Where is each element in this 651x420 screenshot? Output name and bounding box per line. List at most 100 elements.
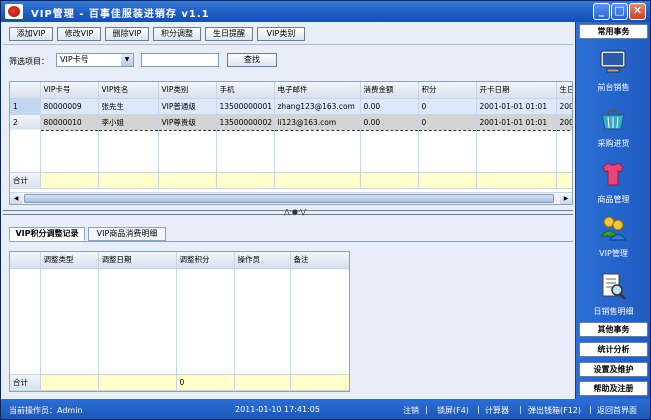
settings-maintenance-button[interactable]: 设置及维护 (579, 362, 648, 377)
points-adjust-table[interactable]: 调整类型 调整日期 调整积分 操作员 备注 合计 0 (9, 251, 350, 392)
table-cell[interactable]: 张先生 (98, 98, 159, 115)
sidebar-item-daily-sales[interactable]: 日销售明细 (578, 272, 649, 320)
birthday-reminder-button[interactable]: 生日提醒 (205, 27, 253, 41)
delete-vip-button[interactable]: 删除VIP (105, 27, 149, 41)
minimize-button[interactable]: _ (593, 3, 610, 20)
column-header[interactable]: 调整日期 (98, 252, 177, 269)
column-header[interactable]: 生日 (556, 82, 572, 99)
search-button[interactable]: 查找 (227, 53, 277, 67)
table-cell[interactable]: 0 (418, 113, 477, 131)
column-header[interactable]: 调整类型 (40, 252, 99, 269)
monitor-icon (600, 50, 626, 73)
add-vip-button[interactable]: 添加VIP (9, 27, 53, 41)
current-operator: 当前操作员：Admin (9, 406, 83, 415)
column-header[interactable]: 手机 (216, 82, 275, 99)
sidebar-item-label: 采购进货 (597, 139, 630, 148)
header-corner (10, 82, 41, 99)
table-cell[interactable]: 13500000001 (216, 98, 275, 115)
table-row[interactable]: 1 80000009 张先生 VIP普通级 13500000001 zhang1… (10, 98, 572, 115)
sum-label: 合计 (10, 374, 41, 391)
table-cell[interactable]: 2001-01-01 01:01 (476, 98, 557, 115)
sidebar-item-vip[interactable]: VIP管理 (578, 214, 649, 262)
common-tasks-button[interactable]: 常用事务 (579, 24, 648, 39)
status-separator: | (477, 405, 480, 414)
status-separator: | (519, 405, 522, 414)
sum-row: 合计 0 (10, 374, 349, 391)
table-cell[interactable]: 200 (556, 113, 572, 131)
table-cell[interactable]: 13500000002 (216, 113, 275, 131)
sidebar-item-label: 前台销售 (597, 83, 630, 92)
open-cash-drawer-link[interactable]: 弹出钱箱(F12) (528, 405, 581, 416)
status-separator: | (425, 405, 428, 414)
table-cell[interactable]: zhang123@163.com (274, 98, 361, 115)
shirt-icon (602, 162, 624, 186)
table-cell[interactable]: 0.00 (360, 113, 419, 131)
home-screen-link[interactable]: 返回首界面 (597, 405, 637, 416)
table-cell[interactable]: VIP尊贵级 (158, 113, 217, 131)
vip-category-button[interactable]: VIP类别 (257, 27, 305, 41)
empty-row (10, 130, 572, 173)
column-header[interactable]: 积分 (418, 82, 477, 99)
toolbar: 添加VIP 修改VIP 删除VIP 积分调整 生日提醒 VIP类别 (3, 25, 573, 43)
row-number: 2 (10, 114, 41, 130)
sum-label: 合计 (10, 172, 41, 189)
window-title: VIP管理 - 百事佳服装进销存 v1.1 (31, 9, 210, 20)
maximize-button[interactable]: □ (611, 3, 628, 20)
edit-vip-button[interactable]: 修改VIP (57, 27, 101, 41)
table-cell[interactable]: VIP普通级 (158, 98, 217, 115)
sidebar: 常用事务 前台销售 采购进货 商品管理 VIP管理 日销售明细 其他事务 统计分… (575, 22, 650, 399)
other-tasks-button[interactable]: 其他事务 (579, 322, 648, 337)
header-corner (10, 252, 41, 269)
table-cell[interactable]: li123@163.com (274, 113, 361, 131)
chevron-down-icon[interactable]: ▼ (121, 54, 133, 66)
sidebar-item-purchasing[interactable]: 采购进货 (578, 104, 649, 152)
statistics-button[interactable]: 统计分析 (579, 342, 648, 357)
scroll-thumb[interactable] (24, 194, 554, 203)
table-cell[interactable]: 李小姐 (98, 113, 159, 131)
sidebar-item-label: 日销售明细 (593, 307, 634, 316)
sum-row: 合计 (10, 172, 572, 189)
logout-link[interactable]: 注销 (403, 405, 419, 416)
lock-screen-link[interactable]: 锁屏(F4) (437, 405, 469, 416)
app-logo-icon (5, 4, 23, 19)
search-input[interactable] (141, 53, 219, 67)
table-cell[interactable]: 80000009 (40, 98, 99, 115)
table-cell[interactable]: 0 (418, 98, 477, 115)
table-cell[interactable]: 200 (556, 98, 572, 115)
tab-divider (9, 241, 573, 242)
sidebar-item-label: VIP管理 (599, 249, 628, 258)
splitter-grip-icon[interactable]: ⋀·●·⋁ (273, 206, 317, 218)
column-header[interactable]: 操作员 (234, 252, 291, 269)
table-cell[interactable]: 0.00 (360, 98, 419, 115)
filter-field-select[interactable]: VIP卡号 ▼ (56, 53, 134, 67)
column-header[interactable]: 电子邮件 (274, 82, 361, 99)
column-header[interactable]: 调整积分 (176, 252, 235, 269)
row-number: 1 (10, 98, 41, 115)
main-window: VIP管理 - 百事佳服装进销存 v1.1 _ □ ✕ 添加VIP 修改VIP … (0, 0, 651, 420)
column-header[interactable]: 备注 (290, 252, 349, 269)
status-separator: | (589, 405, 592, 414)
report-search-icon (602, 273, 626, 300)
basket-icon (601, 109, 625, 130)
column-header[interactable]: VIP类别 (158, 82, 217, 99)
vip-table[interactable]: VIP卡号 VIP姓名 VIP类别 手机 电子邮件 消费金额 积分 开卡日期 生… (9, 81, 573, 205)
column-header[interactable]: VIP卡号 (40, 82, 99, 99)
column-header[interactable]: VIP姓名 (98, 82, 159, 99)
sidebar-item-products[interactable]: 商品管理 (578, 160, 649, 208)
scroll-right-icon[interactable]: ▶ (560, 193, 572, 204)
scroll-left-icon[interactable]: ◀ (10, 193, 22, 204)
table-cell[interactable]: 2001-01-01 01:01 (476, 113, 557, 131)
tab-vip-purchase-detail[interactable]: VIP商品消费明细 (88, 227, 166, 241)
points-adjust-button[interactable]: 积分调整 (153, 27, 201, 41)
tab-points-adjust-log[interactable]: VIP积分调整记录 (9, 227, 85, 241)
horizontal-scrollbar[interactable]: ◀ ▶ (10, 192, 572, 204)
status-bar: 当前操作员：Admin 2011-01-10 17:41:05 注销 | 锁屏(… (1, 399, 650, 419)
column-header[interactable]: 开卡日期 (476, 82, 557, 99)
table-row[interactable]: 2 80000010 李小姐 VIP尊贵级 13500000002 li123@… (10, 113, 572, 131)
calculator-link[interactable]: 计算器 (485, 405, 509, 416)
help-register-button[interactable]: 帮助及注册 (579, 381, 648, 396)
close-button[interactable]: ✕ (629, 3, 646, 20)
sidebar-item-front-sales[interactable]: 前台销售 (578, 48, 649, 96)
table-cell[interactable]: 80000010 (40, 113, 99, 131)
column-header[interactable]: 消费金额 (360, 82, 419, 99)
